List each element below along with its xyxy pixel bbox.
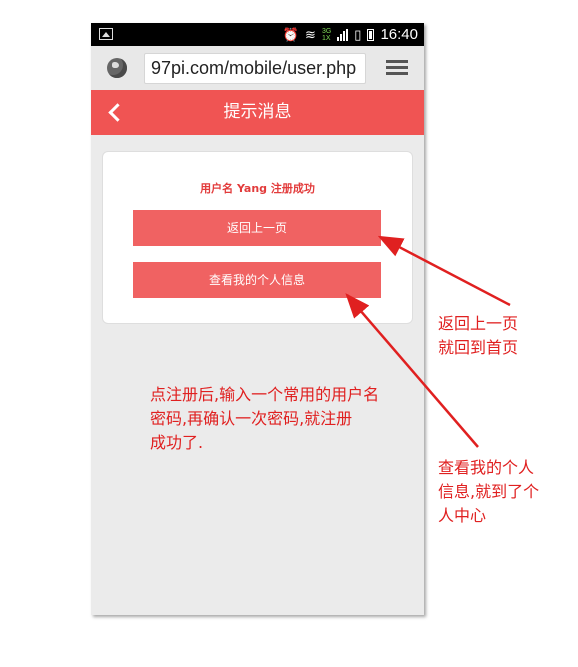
profile-annotation-line: 查看我的个人 bbox=[438, 458, 535, 477]
back-annotation-line: 返回上一页 bbox=[438, 314, 519, 333]
register-annotation: 点注册后,输入一个常用的用户名 密码,再确认一次密码,就注册 成功了. bbox=[150, 383, 379, 455]
register-annotation-line: 成功了. bbox=[150, 433, 204, 452]
back-annotation-line: 就回到首页 bbox=[438, 338, 519, 357]
profile-annotation-line: 信息,就到了个 bbox=[438, 482, 540, 501]
back-annotation: 返回上一页 就回到首页 bbox=[438, 312, 518, 360]
arrow-to-back-button bbox=[377, 235, 511, 307]
profile-annotation-line: 人中心 bbox=[438, 506, 487, 525]
register-annotation-line: 点注册后,输入一个常用的用户名 bbox=[150, 385, 380, 404]
profile-annotation: 查看我的个人 信息,就到了个 人中心 bbox=[438, 456, 539, 528]
register-annotation-line: 密码,再确认一次密码,就注册 bbox=[150, 409, 353, 428]
